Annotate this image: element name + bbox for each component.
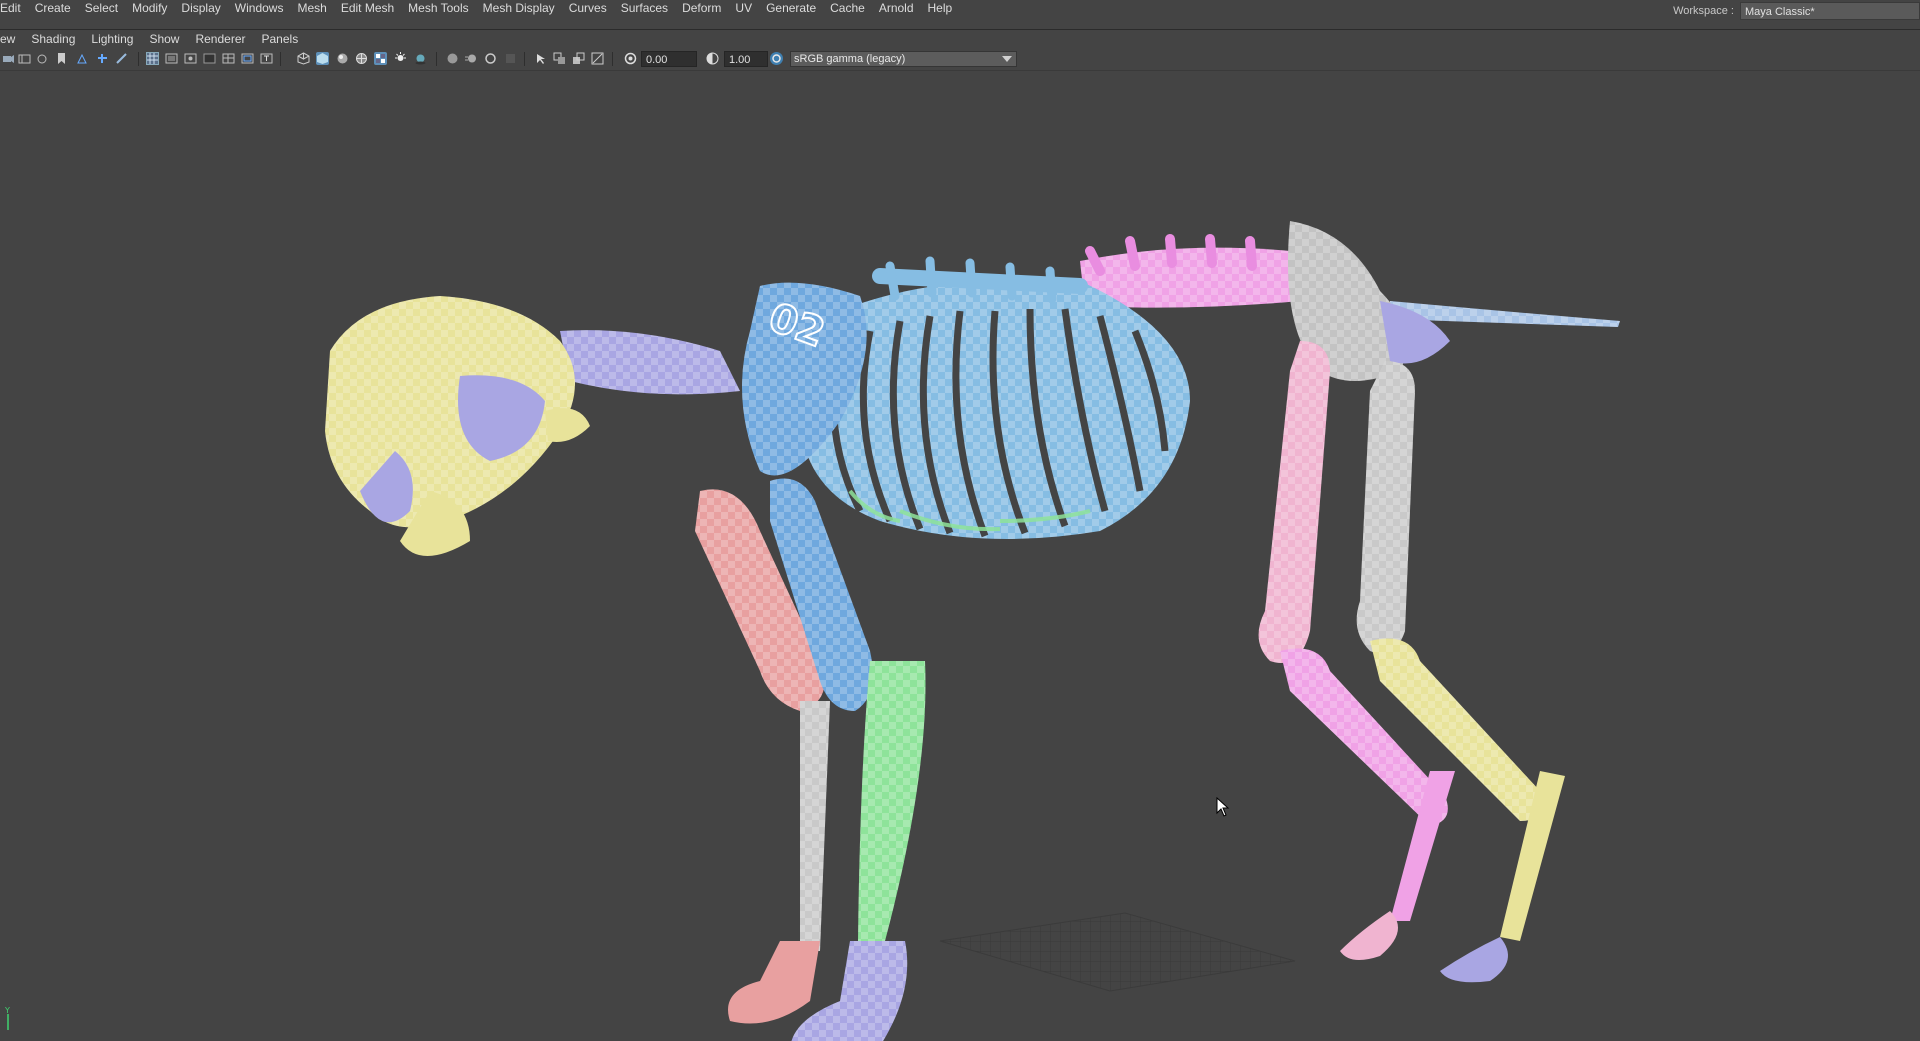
workspace-label: Workspace : — [1673, 5, 1734, 17]
menu-edit-mesh[interactable]: Edit Mesh — [334, 0, 401, 17]
panel-toolbar: 0.00 1.00 sRGB gamma (legacy) — [0, 49, 1920, 71]
default-material-icon[interactable] — [336, 52, 349, 65]
skull — [325, 296, 590, 556]
view-transform-value: sRGB gamma (legacy) — [794, 53, 906, 65]
gamma-field[interactable]: 1.00 — [724, 51, 768, 67]
gamma-icon[interactable] — [706, 52, 719, 65]
safe-action-icon[interactable] — [241, 52, 254, 65]
exposure-icon[interactable] — [624, 52, 637, 65]
panel-menu-shading[interactable]: Shading — [23, 30, 83, 49]
menu-generate[interactable]: Generate — [759, 0, 823, 17]
xray-joints-icon[interactable] — [591, 52, 604, 65]
menu-help[interactable]: Help — [921, 0, 960, 17]
chevron-down-icon — [1002, 56, 1012, 62]
lights-icon[interactable] — [394, 52, 407, 65]
main-menu-bar: Edit Create Select Modify Display Window… — [0, 0, 1920, 30]
motion-blur-icon[interactable] — [465, 52, 478, 65]
lumbar-spine — [1080, 234, 1300, 308]
panel-menu-panels[interactable]: Panels — [254, 30, 307, 49]
mouse-cursor-icon — [1216, 796, 1230, 822]
exposure-field[interactable]: 0.00 — [641, 51, 697, 67]
gate-mask-icon[interactable] — [203, 52, 216, 65]
panel-menu-renderer[interactable]: Renderer — [187, 30, 253, 49]
xray-icon[interactable] — [553, 52, 566, 65]
film-icon[interactable] — [18, 52, 31, 65]
wireframe-icon[interactable] — [297, 52, 310, 65]
color-management-icon[interactable] — [770, 52, 783, 65]
menu-mesh-display[interactable]: Mesh Display — [476, 0, 562, 17]
resolution-gate-icon[interactable] — [184, 52, 197, 65]
image-plane-icon[interactable] — [76, 52, 89, 65]
cervical-spine — [560, 330, 740, 395]
toolbar-separator — [436, 52, 437, 66]
grease-pencil-icon[interactable] — [115, 52, 128, 65]
xray-active-components-icon[interactable] — [572, 52, 585, 65]
toolbar-separator — [612, 52, 613, 66]
film-gate-icon[interactable] — [165, 52, 178, 65]
bookmark-icon[interactable] — [55, 52, 68, 65]
skeleton-scene: 02 — [325, 221, 1620, 1041]
menu-display[interactable]: Display — [174, 0, 227, 17]
menu-select[interactable]: Select — [78, 0, 125, 17]
ground-grid — [939, 912, 1296, 992]
view-axis-indicator: Y — [2, 1006, 16, 1037]
select-camera-icon[interactable] — [2, 52, 15, 65]
panel-menu-lighting[interactable]: Lighting — [83, 30, 141, 49]
view-transform-dropdown[interactable]: sRGB gamma (legacy) — [790, 51, 1017, 67]
textured-icon[interactable] — [374, 52, 387, 65]
menu-modify[interactable]: Modify — [125, 0, 174, 17]
safe-title-icon[interactable] — [260, 52, 273, 65]
screen-space-ao-icon[interactable] — [446, 52, 459, 65]
workspace-dropdown[interactable]: Maya Classic* — [1740, 2, 1920, 20]
camera-attributes-icon[interactable] — [36, 52, 49, 65]
panel-menu-bar: ew Shading Lighting Show Renderer Panels — [0, 30, 1920, 49]
front-paws — [728, 941, 908, 1041]
menu-deform[interactable]: Deform — [675, 0, 728, 17]
menu-cache[interactable]: Cache — [823, 0, 872, 17]
depth-of-field-icon[interactable] — [504, 52, 517, 65]
2d-pan-zoom-icon[interactable] — [96, 52, 109, 65]
wireframe-on-shaded-icon[interactable] — [355, 52, 368, 65]
grid-icon[interactable] — [146, 52, 159, 65]
menu-windows[interactable]: Windows — [228, 0, 291, 17]
panel-menu-view[interactable]: ew — [0, 30, 23, 49]
panel-menu-show[interactable]: Show — [141, 30, 187, 49]
menu-mesh[interactable]: Mesh — [290, 0, 333, 17]
shadows-icon[interactable] — [414, 52, 427, 65]
axis-y-label: Y — [4, 1006, 10, 1015]
menu-edit[interactable]: Edit — [0, 0, 28, 17]
menu-create[interactable]: Create — [28, 0, 78, 17]
workspace-selector: Workspace : Maya Classic* — [1673, 2, 1920, 20]
front-humerus — [695, 478, 873, 711]
menu-curves[interactable]: Curves — [562, 0, 614, 17]
field-chart-icon[interactable] — [222, 52, 235, 65]
menu-mesh-tools[interactable]: Mesh Tools — [401, 0, 475, 17]
menu-surfaces[interactable]: Surfaces — [614, 0, 675, 17]
viewport-3d[interactable]: 02 Y — [0, 71, 1920, 1041]
smooth-shade-icon[interactable] — [316, 52, 329, 65]
toolbar-separator — [280, 52, 281, 66]
toolbar-separator — [138, 52, 139, 66]
main-menu-items: Edit Create Select Modify Display Window… — [0, 0, 959, 17]
menu-arnold[interactable]: Arnold — [872, 0, 921, 17]
anti-aliasing-icon[interactable] — [484, 52, 497, 65]
menu-uv[interactable]: UV — [728, 0, 759, 17]
hind-tibia — [1280, 638, 1543, 826]
hind-femur — [1258, 341, 1415, 663]
axis-gizmo-icon: Y — [4, 1006, 10, 1030]
isolate-select-icon[interactable] — [534, 52, 547, 65]
toolbar-separator — [524, 52, 525, 66]
